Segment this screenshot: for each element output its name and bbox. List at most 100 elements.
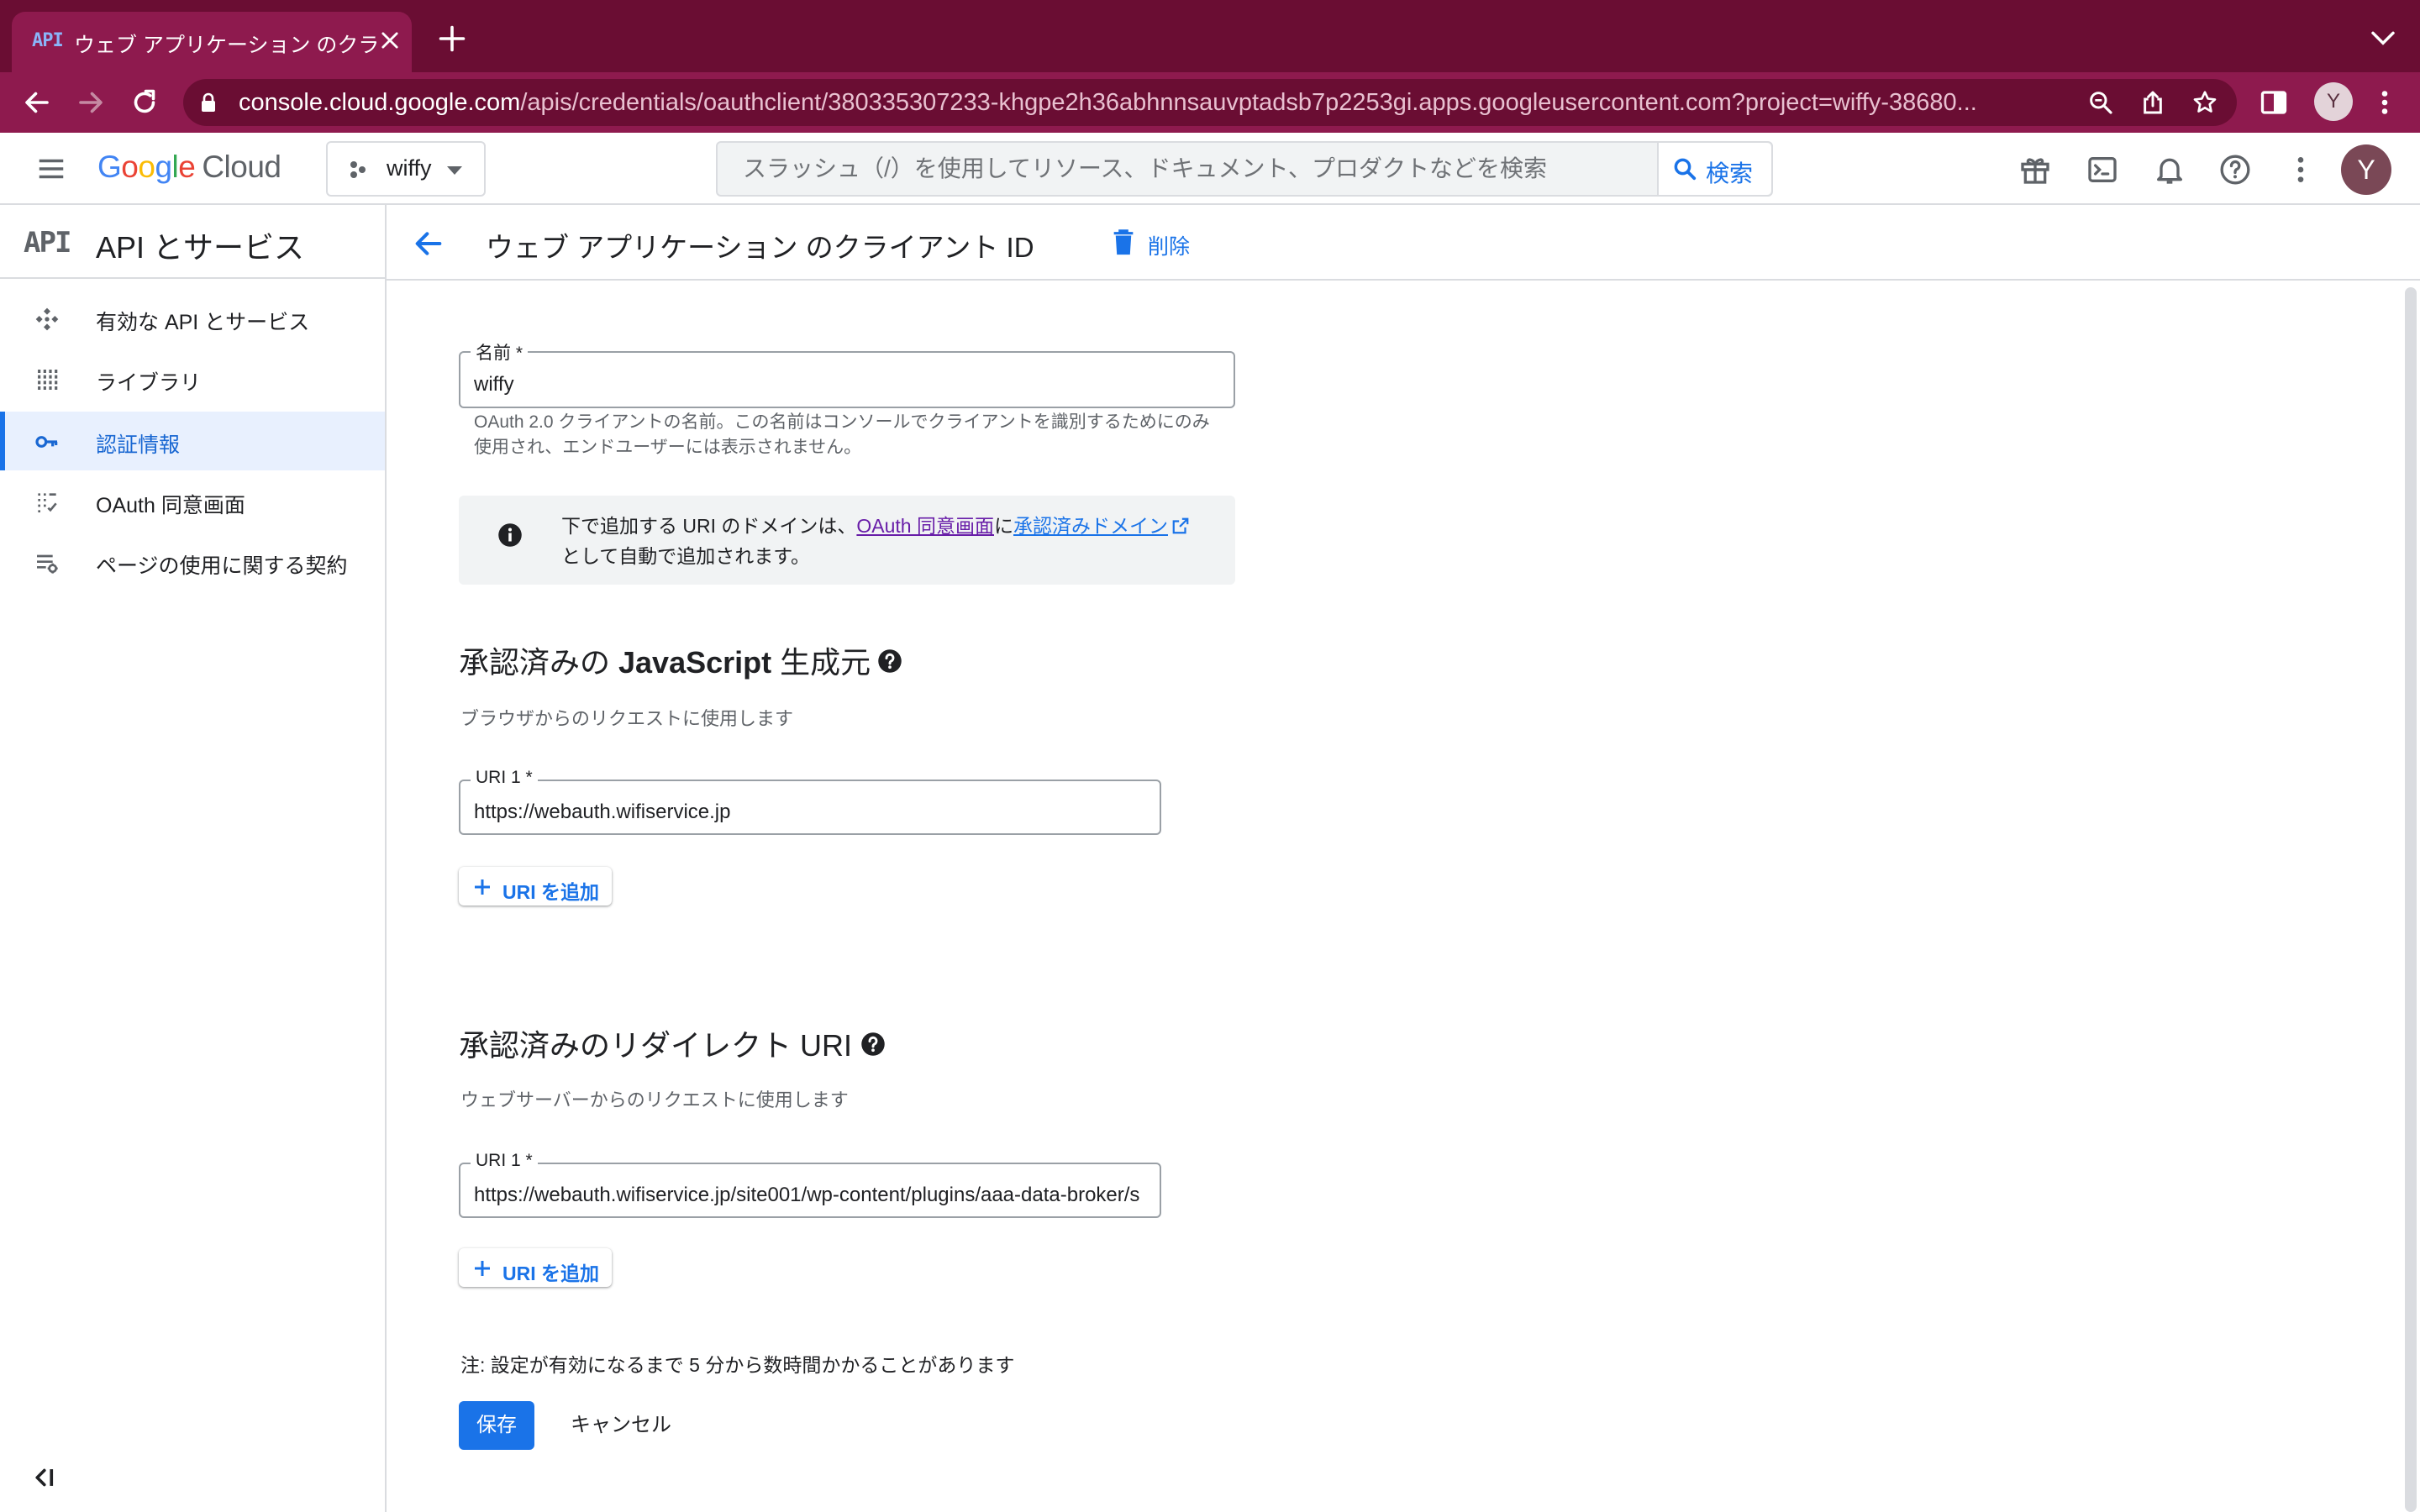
sidebar-item-oauth-consent[interactable]: OAuth 同意画面 <box>0 472 385 531</box>
help-circle-icon[interactable] <box>877 648 902 674</box>
project-name: wiffy <box>387 155 432 181</box>
console-header: GoogleCloud wiffy 検索 Y <box>0 133 2420 205</box>
name-input[interactable] <box>460 353 1234 407</box>
external-link-icon <box>1172 517 1189 534</box>
sidebar-item-enabled-apis[interactable]: 有効な API とサービス <box>0 289 385 348</box>
terminal-icon[interactable] <box>2086 153 2119 186</box>
info-text-before: 下で追加する URI のドメインは、 <box>561 515 857 537</box>
cancel-button[interactable]: キャンセル <box>558 1401 684 1450</box>
redirect-uris-subtitle: ウェブサーバーからのリクエストに使用します <box>460 1089 849 1110</box>
bookmark-star-icon[interactable] <box>2191 89 2218 116</box>
save-button[interactable]: 保存 <box>459 1401 534 1450</box>
url-path: /apis/credentials/oauthclient/3803353072… <box>520 89 1977 116</box>
page-title: ウェブ アプリケーション のクライアント ID <box>486 232 1034 263</box>
bell-icon[interactable] <box>2153 153 2186 186</box>
hamburger-menu-icon[interactable] <box>35 153 67 185</box>
enabled-apis-icon <box>35 307 59 331</box>
info-banner: 下で追加する URI のドメインは、OAuth 同意画面に承認済みドメインとして… <box>459 496 1235 585</box>
side-panel-icon[interactable] <box>2259 87 2289 118</box>
gift-icon[interactable] <box>2018 153 2052 186</box>
redirect-uris-title: 承認済みのリダイレクト URI <box>459 1028 853 1063</box>
js-origins-title: 承認済みの JavaScript 生成元 <box>459 645 871 680</box>
help-icon[interactable] <box>2218 153 2252 186</box>
page-usage-icon <box>37 554 58 574</box>
address-bar[interactable]: console.cloud.google.com/apis/credential… <box>183 79 2237 126</box>
add-js-origin-uri-button[interactable]: URI を追加 <box>459 867 612 906</box>
collapse-sidebar-icon[interactable] <box>34 1465 62 1490</box>
js-origin-uri-field: URI 1 * <box>459 768 1161 835</box>
js-origin-uri-label: URI 1 * <box>471 768 538 788</box>
project-picker[interactable]: wiffy <box>326 141 486 197</box>
name-help-text: OAuth 2.0 クライアントの名前。この名前はコンソールでクライアントを識別… <box>474 412 1210 457</box>
info-text-after: として自動で追加されます。 <box>561 545 811 567</box>
trash-icon <box>1113 229 1134 255</box>
add-redirect-uri-button[interactable]: URI を追加 <box>459 1248 612 1287</box>
back-icon[interactable] <box>22 87 52 118</box>
tab-title: ウェブ アプリケーション のクライ <box>74 34 376 57</box>
dropdown-arrow-icon <box>447 166 462 175</box>
plus-icon <box>475 1261 490 1276</box>
search-icon <box>1674 158 1697 181</box>
search-input[interactable] <box>718 143 1659 195</box>
page-header: ウェブ アプリケーション のクライアント ID 削除 <box>387 205 2420 281</box>
search-button[interactable]: 検索 <box>1657 143 1771 195</box>
delete-label: 削除 <box>1148 235 1191 259</box>
lock-icon[interactable] <box>200 92 217 113</box>
js-origins-subtitle: ブラウザからのリクエストに使用します <box>460 708 794 729</box>
browser-toolbar: console.cloud.google.com/apis/credential… <box>0 72 2420 133</box>
info-text: 下で追加する URI のドメインは、OAuth 同意画面に承認済みドメインとして… <box>561 511 1225 571</box>
propagation-note: 注: 設定が有効になるまで 5 分から数時間かかることがあります <box>460 1354 1015 1376</box>
api-logo-icon: API <box>24 226 71 260</box>
redirect-uri-input[interactable] <box>460 1164 1160 1216</box>
browser-tab[interactable]: API ウェブ アプリケーション のクライ <box>12 12 412 72</box>
help-circle-icon[interactable] <box>860 1032 886 1057</box>
info-icon <box>498 523 522 547</box>
oauth-consent-link[interactable]: OAuth 同意画面 <box>856 515 994 537</box>
url-domain: console.cloud.google.com <box>239 89 521 116</box>
search-button-label: 検索 <box>1706 160 1754 186</box>
sidebar-item-library[interactable]: ライブラリ <box>0 349 385 408</box>
add-uri-label: URI を追加 <box>502 881 599 903</box>
key-icon <box>35 436 58 448</box>
delete-button[interactable]: 削除 <box>1111 222 1203 264</box>
plus-icon <box>475 879 490 895</box>
js-origin-uri-input[interactable] <box>460 781 1160 833</box>
name-field: 名前 * <box>459 339 1235 408</box>
sidebar-item-label: ライブラリ <box>96 371 202 395</box>
zoom-icon[interactable] <box>2087 89 2114 116</box>
share-icon[interactable] <box>2139 89 2166 116</box>
name-field-label: 名前 * <box>471 339 529 365</box>
forward-icon[interactable] <box>76 87 106 118</box>
sidebar-item-credentials[interactable]: 認証情報 <box>0 412 385 470</box>
new-tab-icon[interactable] <box>437 24 467 54</box>
add-uri-label: URI を追加 <box>502 1263 599 1284</box>
sidebar-title: API とサービス <box>96 230 305 265</box>
consent-screen-icon <box>38 493 57 512</box>
library-icon <box>38 370 58 390</box>
info-text-mid: に <box>994 515 1013 537</box>
sidebar-item-label: 有効な API とサービス <box>96 311 310 334</box>
redirect-uri-field: URI 1 * <box>459 1151 1161 1218</box>
search-bar: 検索 <box>716 141 1773 197</box>
tab-search-chevron-icon[interactable] <box>2370 29 2396 49</box>
reload-icon[interactable] <box>129 87 160 118</box>
tab-favicon: API <box>32 30 64 51</box>
sidebar-item-label: OAuth 同意画面 <box>96 494 245 517</box>
url-text[interactable]: console.cloud.google.com/apis/credential… <box>239 89 2003 117</box>
browser-profile-avatar[interactable]: Y <box>2314 82 2353 121</box>
google-cloud-logo[interactable]: Google Cloud <box>97 150 281 185</box>
sidebar-item-label: ページの使用に関する契約 <box>96 554 348 578</box>
more-vert-icon[interactable] <box>2284 153 2317 186</box>
sidebar-item-page-usage[interactable]: ページの使用に関する契約 <box>0 533 385 591</box>
back-arrow-icon[interactable] <box>412 227 445 260</box>
browser-menu-icon[interactable] <box>2370 87 2400 118</box>
authorized-domains-link[interactable]: 承認済みドメイン <box>1013 515 1190 537</box>
sidebar: API API とサービス 有効な API とサービス ライブラリ 認証情報 O… <box>0 205 387 1512</box>
tab-close-icon[interactable] <box>378 29 402 52</box>
account-avatar[interactable]: Y <box>2341 144 2391 195</box>
sidebar-item-label: 認証情報 <box>96 433 181 457</box>
redirect-uri-label: URI 1 * <box>471 1151 538 1171</box>
scrollbar[interactable] <box>2405 287 2417 1512</box>
authorized-domains-link-label: 承認済みドメイン <box>1013 515 1168 537</box>
project-icon <box>350 161 366 178</box>
